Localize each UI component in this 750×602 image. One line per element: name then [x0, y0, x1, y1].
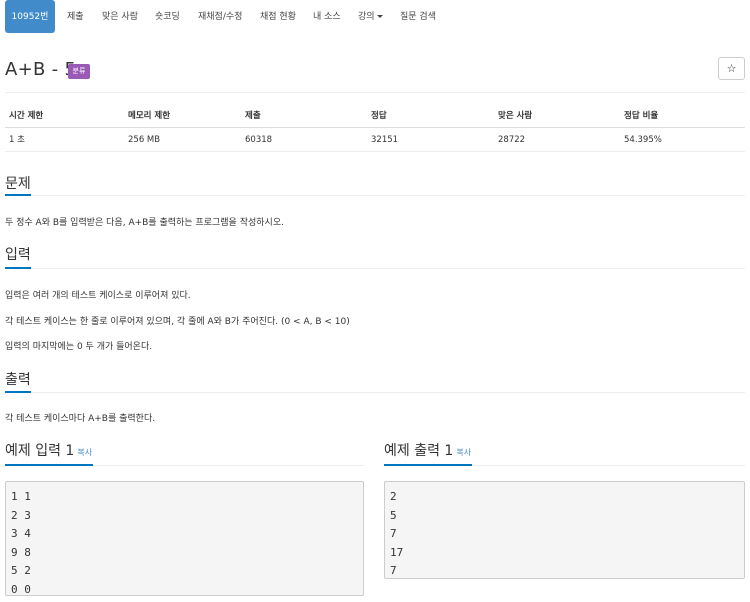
output-description: 각 테스트 케이스마다 A+B를 출력한다. — [5, 414, 156, 424]
header-memory-limit: 메모리 제한 — [128, 111, 171, 121]
section-accent — [5, 267, 31, 269]
sample-output-line: 17 — [390, 545, 404, 559]
category-badge[interactable]: 분류 — [68, 64, 90, 79]
sample-input-box[interactable]: 1 1 2 3 3 4 9 8 5 2 0 0 — [5, 481, 364, 596]
input-description-line: 입력은 여러 개의 테스트 케이스로 이루어져 있다. — [5, 291, 191, 301]
nav-item-my-source[interactable]: 내 소스 — [313, 0, 341, 33]
nav-item-lectures-label: 강의 — [358, 12, 375, 22]
sample-output-line: 7 — [390, 564, 397, 577]
nav-item-question-search[interactable]: 질문 검색 — [400, 0, 436, 33]
problem-info-table: 시간 제한 메모리 제한 제출 정답 맞은 사람 정답 비율 1 초 256 M… — [5, 104, 745, 152]
table-row: 1 초 256 MB 60318 32151 28722 54.395% — [5, 128, 745, 152]
value-time-limit: 1 초 — [9, 135, 25, 145]
section-accent — [384, 464, 472, 466]
header-solvers: 맞은 사람 — [498, 111, 533, 121]
header-submissions: 제출 — [245, 111, 261, 121]
problem-description: 두 정수 A와 B를 입력받은 다음, A+B를 출력하는 프로그램을 작성하시… — [5, 218, 284, 228]
section-divider — [5, 268, 745, 269]
table-header-row: 시간 제한 메모리 제한 제출 정답 맞은 사람 정답 비율 — [5, 104, 745, 128]
nav-item-rejudge[interactable]: 재채점/수정 — [198, 0, 242, 33]
sample-output-line: 7 — [390, 527, 397, 540]
input-heading: 입력 — [5, 247, 31, 263]
sample-input-line: 0 0 — [11, 582, 31, 596]
nav-item-solvers[interactable]: 맞은 사람 — [102, 0, 138, 33]
sample-output-line: 2 — [390, 490, 397, 503]
sample-input-title: 예제 입력 1 — [5, 443, 75, 459]
section-divider — [5, 392, 745, 393]
star-icon: ☆ — [726, 62, 737, 75]
header-accept-ratio: 정답 비율 — [624, 111, 659, 121]
favorite-button[interactable]: ☆ — [718, 57, 745, 80]
caret-down-icon — [376, 15, 383, 18]
sample-input-line: 5 2 — [11, 564, 31, 577]
sample-input-line: 3 4 — [11, 527, 31, 540]
top-nav: 10952번 제출 맞은 사람 숏코딩 재채점/수정 채점 현황 내 소스 강의… — [0, 0, 750, 33]
nav-item-submit[interactable]: 제출 — [67, 0, 84, 33]
value-accept-ratio: 54.395% — [624, 135, 662, 145]
sample-output-heading: 예제 출력 1 복사 — [384, 440, 471, 460]
nav-item-lectures[interactable]: 강의 — [358, 0, 383, 33]
sample-input-line: 9 8 — [11, 545, 31, 559]
header-accepted: 정답 — [371, 111, 387, 121]
section-accent — [5, 391, 31, 393]
copy-output-link[interactable]: 복사 — [456, 448, 471, 457]
nav-item-status[interactable]: 채점 현황 — [260, 0, 296, 33]
sample-output-box[interactable]: 2 5 7 17 7 — [384, 481, 745, 579]
input-description-line: 각 테스트 케이스는 한 줄로 이루어져 있으며, 각 줄에 A와 B가 주어진… — [5, 317, 350, 327]
header-time-limit: 시간 제한 — [9, 111, 44, 121]
value-memory-limit: 256 MB — [128, 135, 161, 145]
section-divider — [5, 195, 745, 196]
sample-output-line: 5 — [390, 508, 397, 522]
output-heading: 출력 — [5, 372, 31, 388]
nav-item-short-coding[interactable]: 숏코딩 — [155, 0, 180, 33]
section-accent — [5, 194, 31, 196]
sample-input-heading: 예제 입력 1 복사 — [5, 440, 92, 460]
nav-item-problem-number[interactable]: 10952번 — [5, 0, 55, 33]
sample-output-title: 예제 출력 1 — [384, 443, 454, 459]
value-submissions: 60318 — [245, 135, 273, 145]
value-solvers: 28722 — [498, 135, 526, 145]
problem-heading: 문제 — [5, 176, 31, 192]
copy-input-link[interactable]: 복사 — [77, 448, 92, 457]
value-accepted: 32151 — [371, 135, 399, 145]
section-accent — [5, 464, 93, 466]
sample-input-line: 2 3 — [11, 508, 31, 522]
title-divider — [5, 92, 745, 93]
sample-input-line: 1 1 — [11, 490, 31, 503]
input-description-line: 입력의 마지막에는 0 두 개가 들어온다. — [5, 342, 153, 352]
page-title: A+B - 5 — [5, 59, 77, 80]
